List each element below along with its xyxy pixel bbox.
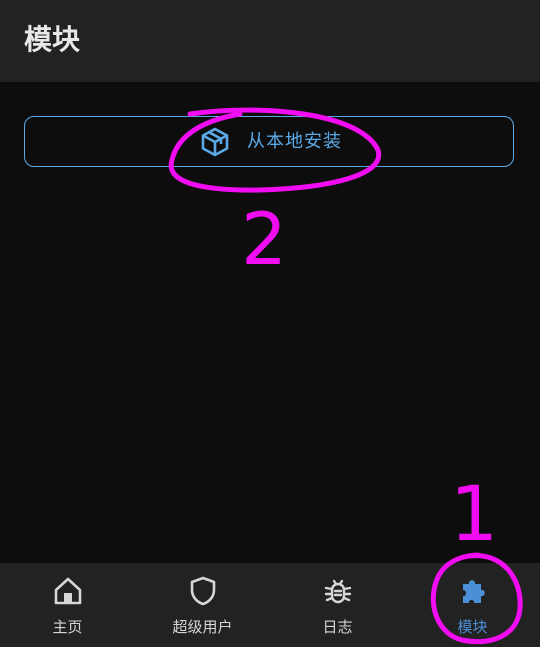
nav-label-logs: 日志 [322, 618, 353, 636]
bug-icon [324, 579, 351, 604]
install-button-label: 从本地安装 [247, 131, 342, 152]
modules-screen: 模块 从本地安装 主页 超级用户 日志 模块 2 1 [0, 0, 540, 647]
nav-item-home[interactable]: 主页 [0, 563, 135, 647]
puzzle-piece-icon [462, 580, 485, 603]
nav-label-modules: 模块 [457, 618, 488, 636]
page-title: 模块 [24, 23, 81, 56]
top-app-bar: 模块 [0, 0, 540, 82]
shield-icon [190, 576, 215, 606]
install-from-local-button[interactable]: 从本地安装 [24, 116, 514, 167]
nav-label-superuser: 超级用户 [172, 618, 233, 636]
nav-item-superuser[interactable]: 超级用户 [135, 563, 270, 647]
home-icon [54, 577, 81, 605]
bottom-navigation-bar: 主页 超级用户 日志 模块 [0, 563, 540, 647]
nav-item-logs[interactable]: 日志 [270, 563, 405, 647]
modules-content-area: 从本地安装 [0, 82, 540, 563]
nav-label-home: 主页 [52, 618, 83, 636]
package-box-icon [201, 127, 229, 157]
nav-item-modules[interactable]: 模块 [405, 563, 540, 647]
